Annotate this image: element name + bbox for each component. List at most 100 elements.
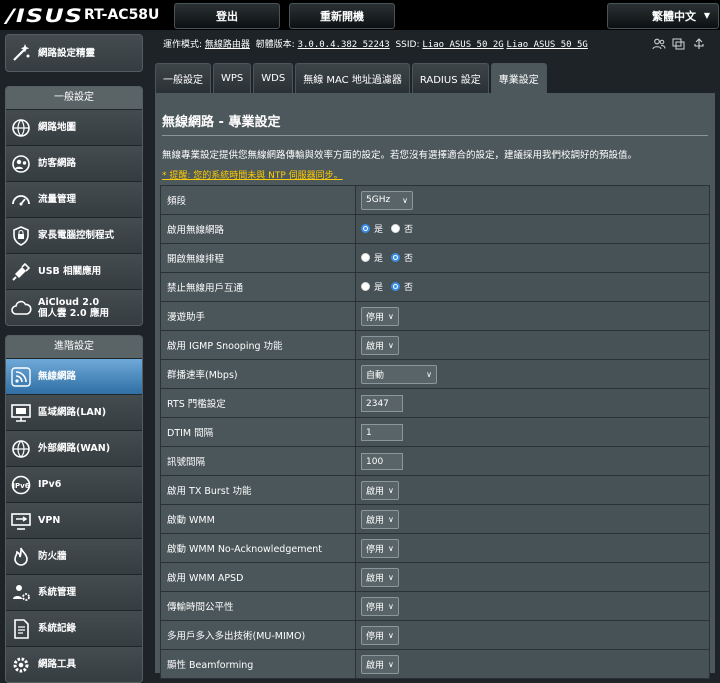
usb-icon[interactable]: [692, 38, 706, 50]
sidebar-item-wan[interactable]: 外部網路(WAN): [6, 430, 142, 466]
table-row: 訊號間隔 100: [160, 446, 710, 476]
guest-network-icon: [12, 154, 30, 173]
table-row: 群播速率(Mbps) 自動 ∨: [160, 359, 710, 389]
language-select[interactable]: 繁體中文 ▼: [607, 3, 719, 29]
selected-value: 啟用: [366, 486, 385, 497]
tab-radius[interactable]: RADIUS 設定: [411, 63, 489, 93]
tab-wps[interactable]: WPS: [213, 63, 252, 93]
selected-value: 啟用: [366, 660, 385, 671]
wmm-apsd-select[interactable]: 啟用 ∨: [361, 567, 399, 587]
wmm-select[interactable]: 啟用 ∨: [361, 509, 399, 529]
sidebar-item-label: VPN: [38, 515, 61, 526]
setting-label: 顯性 Beamforming: [160, 649, 356, 679]
chevron-down-icon: ∨: [426, 369, 432, 379]
top-bar: /ISUS RT-AC58U 登出 重新開機 繁體中文 ▼: [0, 0, 720, 30]
multicast-rate-select[interactable]: 自動 ∨: [361, 364, 437, 384]
sidebar-item-ipv6[interactable]: IPv6 IPv6: [6, 466, 142, 502]
setting-label: 啟用 TX Burst 功能: [160, 475, 356, 505]
radio-no[interactable]: [391, 224, 401, 233]
gauge-icon: [12, 194, 30, 205]
sidebar-item-vpn[interactable]: VPN: [6, 502, 142, 538]
firmware-label: 韌體版本:: [255, 40, 295, 50]
radio-no[interactable]: [391, 253, 401, 262]
settings-table: 頻段 5GHz ∨ 啟用無線網路 是 否 開啟無線排程 是 否 禁止無線用戶互通…: [160, 185, 710, 679]
sidebar-item-label: 無線網路: [38, 371, 77, 382]
table-row: 漫遊助手 停用 ∨: [160, 301, 710, 331]
sidebar-item-wizard[interactable]: 網路設定精靈: [6, 35, 142, 71]
explicit-beamforming-select[interactable]: 啟用 ∨: [361, 654, 399, 674]
radio-yes[interactable]: [361, 253, 370, 262]
general-settings-header: 一般設定: [6, 87, 142, 109]
ssid-label: SSID:: [395, 40, 420, 50]
tab-wds[interactable]: WDS: [253, 63, 294, 93]
table-row: 啟動 WMM No-Acknowledgement 停用 ∨: [160, 533, 710, 563]
reboot-button[interactable]: 重新開機: [289, 3, 395, 29]
sidebar-item-label: 家長電腦控制程式: [38, 230, 115, 241]
sidebar-item-label: 系統管理: [38, 587, 77, 598]
title-divider: [162, 135, 708, 136]
setting-label: 啟動 WMM: [160, 504, 356, 534]
sidebar-item-label: AiCloud 2.0 個人雲 2.0 應用: [38, 297, 109, 319]
selected-value: 5GHz: [366, 195, 391, 205]
ntp-sync-warning[interactable]: * 提醒: 您的系統時間未與 NTP 伺服器同步。: [162, 168, 343, 181]
chevron-down-icon: ▼: [703, 11, 710, 20]
sidebar-item-lan[interactable]: 區域網路(LAN): [6, 394, 142, 430]
page-title: 無線網路 - 專業設定: [162, 115, 281, 130]
sidebar-item-network-tools[interactable]: 網路工具: [6, 646, 142, 682]
wizard-block: 網路設定精靈: [5, 34, 143, 72]
wmm-no-ack-select[interactable]: 停用 ∨: [361, 538, 399, 558]
mu-mimo-select[interactable]: 停用 ∨: [361, 625, 399, 645]
sidebar-item-system-log[interactable]: 系統記錄: [6, 610, 142, 646]
dtim-interval-input[interactable]: 1: [361, 423, 403, 441]
setting-label: 多用戶多入多出技術(MU-MIMO): [160, 620, 356, 650]
radio-no-label: 否: [404, 225, 414, 235]
sidebar-item-label: 外部網路(WAN): [38, 443, 111, 454]
radio-no[interactable]: [391, 282, 401, 291]
sidebar-item-label: USB 相關應用: [38, 266, 102, 277]
sidebar-item-guest-network[interactable]: 訪客網路: [6, 145, 142, 181]
globe-icon: [12, 118, 30, 137]
copy-icon[interactable]: [672, 38, 686, 50]
firmware-link[interactable]: 3.0.0.4.382_52243: [298, 40, 390, 50]
globe-icon: [12, 439, 30, 458]
tx-burst-select[interactable]: 啟用 ∨: [361, 480, 399, 500]
sidebar-item-label: 訪客網路: [38, 158, 77, 169]
ssid-5g-link[interactable]: Liao_ASUS_50_5G: [507, 40, 588, 50]
sidebar-item-label: 網路設定精靈: [38, 47, 96, 59]
tab-mac-filter[interactable]: 無線 MAC 地址過濾器: [295, 63, 410, 93]
igmp-snooping-select[interactable]: 啟用 ∨: [361, 335, 399, 355]
aicloud-title: AiCloud 2.0: [38, 296, 100, 308]
op-mode-link[interactable]: 無線路由器: [205, 40, 250, 50]
sidebar-item-network-map[interactable]: 網路地圖: [6, 109, 142, 145]
table-row: 啟用 TX Burst 功能 啟用 ∨: [160, 475, 710, 505]
sidebar-item-firewall[interactable]: 防火牆: [6, 538, 142, 574]
sidebar-item-label: 系統記錄: [38, 623, 77, 634]
users-icon[interactable]: [652, 38, 666, 50]
sidebar-item-parental-controls[interactable]: 家長電腦控制程式: [6, 217, 142, 253]
sidebar-item-administration[interactable]: 系統管理: [6, 574, 142, 610]
beacon-interval-input[interactable]: 100: [361, 452, 403, 470]
admin-gear-icon: [13, 584, 30, 601]
setting-label: 開啟無線排程: [160, 243, 356, 273]
tab-general[interactable]: 一般設定: [155, 63, 211, 93]
rts-threshold-input[interactable]: 2347: [361, 394, 403, 412]
table-row: DTIM 間隔 1: [160, 417, 710, 447]
setting-label: DTIM 間隔: [160, 417, 356, 447]
logout-button[interactable]: 登出: [174, 3, 280, 29]
radio-yes-label: 是: [374, 283, 384, 293]
sidebar-item-usb-apps[interactable]: USB 相關應用: [6, 253, 142, 289]
ssid-2g-link[interactable]: Liao_ASUS_50_2G: [422, 40, 503, 50]
band-select[interactable]: 5GHz ∨: [361, 190, 413, 210]
roaming-assistant-select[interactable]: 停用 ∨: [361, 306, 399, 326]
airtime-fairness-select[interactable]: 停用 ∨: [361, 596, 399, 616]
tab-professional[interactable]: 專業設定: [490, 63, 547, 93]
header-icons: [652, 38, 706, 50]
table-row: 啟用 WMM APSD 啟用 ∨: [160, 562, 710, 592]
radio-yes[interactable]: [361, 224, 370, 233]
radio-yes[interactable]: [361, 282, 370, 291]
gear-icon: [13, 657, 29, 672]
sidebar-item-aicloud[interactable]: AiCloud 2.0 個人雲 2.0 應用: [6, 289, 142, 325]
sidebar-item-wireless[interactable]: 無線網路: [6, 358, 142, 394]
sidebar-item-traffic-manager[interactable]: 流量管理: [6, 181, 142, 217]
selected-value: 啟用: [366, 515, 385, 526]
